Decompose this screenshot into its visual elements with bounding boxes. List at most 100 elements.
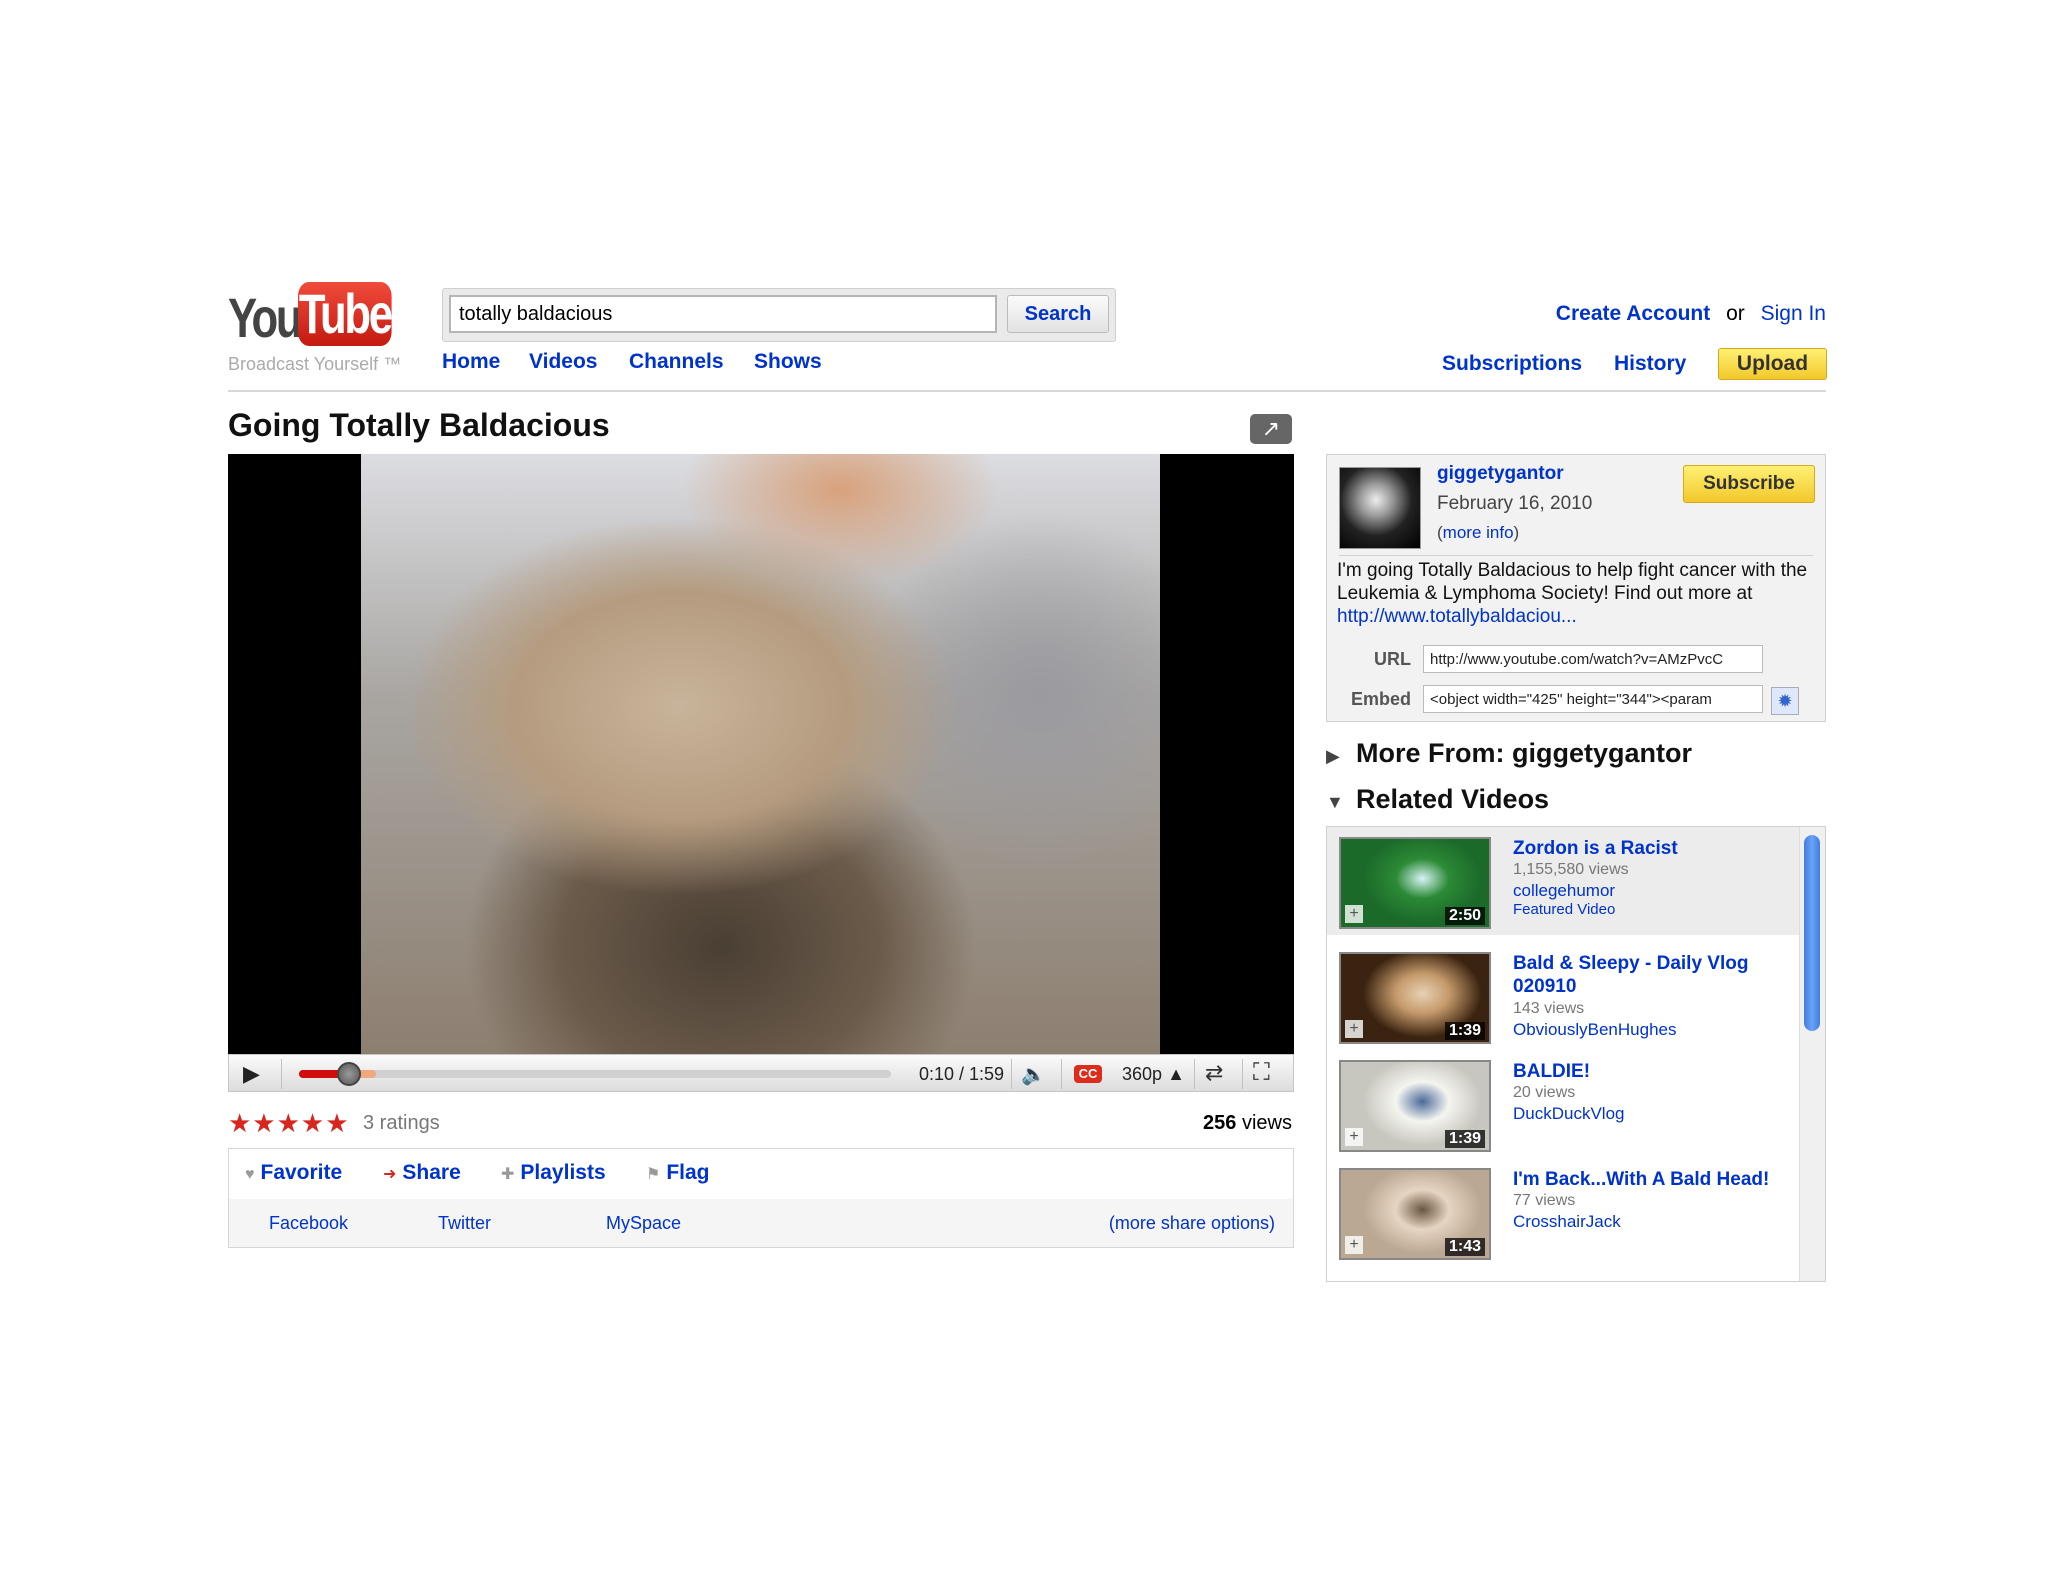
search-input[interactable] — [449, 295, 997, 333]
flag-icon: ⚑ — [646, 1166, 661, 1183]
description-link[interactable]: http://www.totallybaldaciou... — [1337, 606, 1577, 627]
related-video-thumbnail[interactable]: + 1:39 — [1339, 1060, 1491, 1152]
description-text: I'm going Totally Baldacious to help fig… — [1337, 560, 1808, 604]
plus-icon: ✚ — [501, 1166, 515, 1183]
embed-settings-gear-icon[interactable]: ✹ — [1771, 687, 1799, 715]
add-to-queue-icon[interactable]: + — [1345, 1128, 1363, 1146]
favorite-button[interactable]: ♥ Favorite — [245, 1161, 342, 1185]
related-video-item[interactable]: + 2:50 Zordon is a Racist 1,155,580 view… — [1327, 827, 1799, 935]
channel-name-link[interactable]: giggetygantor — [1437, 463, 1564, 485]
video-title: Going Totally Baldacious — [228, 407, 610, 443]
progress-bar[interactable] — [299, 1062, 891, 1086]
add-to-queue-icon[interactable]: + — [1345, 1236, 1363, 1254]
triangle-down-icon: ▼ — [1326, 792, 1344, 812]
control-separator — [1011, 1059, 1012, 1089]
share-myspace-link[interactable]: MySpace — [606, 1213, 681, 1234]
progress-handle[interactable] — [336, 1062, 361, 1086]
logo-tube-text: Tube — [298, 282, 393, 346]
video-frame[interactable] — [361, 454, 1160, 1054]
caret-up-icon: ▲ — [1167, 1064, 1185, 1084]
play-button[interactable]: ▶ — [243, 1061, 260, 1087]
more-info-link[interactable]: more info — [1443, 523, 1514, 542]
related-video-item[interactable]: + 1:39 BALDIE! 20 views DuckDuckVlog — [1327, 1050, 1799, 1158]
add-to-queue-icon[interactable]: + — [1345, 1020, 1363, 1038]
control-separator — [1242, 1059, 1243, 1089]
upload-button[interactable]: Upload — [1718, 348, 1827, 380]
related-video-user[interactable]: ObviouslyBenHughes — [1513, 1020, 1676, 1040]
rating-stars[interactable]: ★★★★★ — [228, 1108, 350, 1139]
related-video-thumbnail[interactable]: + 1:43 — [1339, 1168, 1491, 1260]
video-description: I'm going Totally Baldacious to help fig… — [1337, 559, 1821, 628]
ratings-count: 3 ratings — [363, 1112, 440, 1134]
url-field[interactable] — [1423, 645, 1763, 673]
share-twitter-link[interactable]: Twitter — [438, 1213, 491, 1234]
logo-tagline: Broadcast Yourself ™ — [228, 354, 402, 374]
player-controls: ▶ 0:10 / 1:59 🔈 CC 360p ▲ ⇄ ⛶ — [228, 1054, 1294, 1092]
related-video-item[interactable]: + 1:39 Bald & Sleepy - Daily Vlog 020910… — [1327, 942, 1799, 1050]
share-label: Share — [402, 1161, 461, 1184]
related-video-thumbnail[interactable]: + 2:50 — [1339, 837, 1491, 929]
related-video-title[interactable]: BALDIE! — [1513, 1060, 1793, 1083]
scrollbar-thumb[interactable] — [1804, 835, 1820, 1031]
related-video-user[interactable]: collegehumor — [1513, 881, 1615, 901]
channel-avatar[interactable] — [1339, 467, 1421, 549]
related-videos-toggle[interactable]: ▼ Related Videos — [1326, 784, 1549, 815]
fullscreen-icon[interactable]: ⛶ — [1253, 1059, 1270, 1087]
related-video-item[interactable]: + 1:43 I'm Back...With A Bald Head! 77 v… — [1327, 1158, 1799, 1266]
related-video-user[interactable]: CrosshairJack — [1513, 1212, 1621, 1232]
header-divider — [228, 390, 1826, 392]
view-count-number: 256 — [1203, 1112, 1237, 1134]
youtube-logo[interactable]: You Tube Broadcast Yourself ™ — [228, 280, 402, 376]
playlists-button[interactable]: ✚ Playlists — [501, 1161, 606, 1185]
share-panel: Facebook Twitter MySpace (more share opt… — [229, 1199, 1293, 1247]
quality-button[interactable]: 360p ▲ — [1122, 1064, 1185, 1085]
sign-in-link[interactable]: Sign In — [1761, 302, 1826, 325]
triangle-right-icon: ▶ — [1326, 746, 1340, 766]
flag-button[interactable]: ⚑ Flag — [646, 1161, 710, 1185]
popout-arrow-icon: ↗ — [1261, 416, 1281, 441]
search-button[interactable]: Search — [1007, 295, 1109, 333]
captions-button[interactable]: CC — [1074, 1065, 1102, 1083]
create-account-link[interactable]: Create Account — [1556, 302, 1710, 325]
related-video-title[interactable]: Zordon is a Racist — [1513, 837, 1793, 860]
volume-icon[interactable]: 🔈 — [1021, 1062, 1046, 1087]
nav-shows[interactable]: Shows — [754, 350, 822, 374]
or-text: or — [1726, 302, 1745, 325]
related-video-views: 143 views — [1513, 1000, 1585, 1017]
related-video-title[interactable]: Bald & Sleepy - Daily Vlog 020910 — [1513, 952, 1793, 998]
nav-videos[interactable]: Videos — [529, 350, 597, 374]
embed-label: Embed — [1350, 689, 1411, 709]
related-video-user[interactable]: DuckDuckVlog — [1513, 1104, 1625, 1124]
heart-icon: ♥ — [245, 1166, 255, 1183]
more-from-label: More From: giggetygantor — [1356, 738, 1692, 768]
resize-player-icon[interactable]: ⇄ — [1205, 1060, 1223, 1086]
related-video-title[interactable]: I'm Back...With A Bald Head! — [1513, 1168, 1793, 1191]
time-display: 0:10 / 1:59 — [919, 1064, 1005, 1084]
action-panel: ♥ Favorite ➜ Share ✚ Playlists ⚑ Flag Facebo… — [228, 1148, 1294, 1248]
popout-button[interactable]: ↗ — [1250, 414, 1292, 444]
share-facebook-link[interactable]: Facebook — [269, 1213, 348, 1234]
more-info: (more info) — [1437, 523, 1519, 543]
video-player[interactable] — [228, 454, 1294, 1054]
related-video-thumbnail[interactable]: + 1:39 — [1339, 952, 1491, 1044]
related-scrollbar[interactable] — [1799, 827, 1825, 1281]
nav-home[interactable]: Home — [442, 350, 500, 374]
add-to-queue-icon[interactable]: + — [1345, 905, 1363, 923]
channel-divider — [1339, 555, 1813, 556]
related-video-views: 77 views — [1513, 1192, 1576, 1209]
related-videos-label: Related Videos — [1356, 784, 1550, 814]
history-link[interactable]: History — [1614, 352, 1686, 376]
subscriptions-link[interactable]: Subscriptions — [1442, 352, 1582, 376]
more-share-options-link[interactable]: (more share options) — [1109, 1213, 1275, 1234]
share-button[interactable]: ➜ Share — [383, 1161, 461, 1185]
more-from-toggle[interactable]: ▶ More From: giggetygantor — [1326, 738, 1692, 769]
video-duration: 1:43 — [1444, 1238, 1485, 1256]
embed-field[interactable] — [1423, 685, 1763, 713]
account-links: Create Account or Sign In — [1556, 302, 1826, 326]
playlists-label: Playlists — [520, 1161, 606, 1184]
share-arrow-icon: ➜ — [383, 1166, 397, 1183]
favorite-label: Favorite — [260, 1161, 343, 1184]
subscribe-button[interactable]: Subscribe — [1683, 465, 1815, 503]
control-separator — [281, 1059, 282, 1089]
nav-channels[interactable]: Channels — [629, 350, 724, 374]
